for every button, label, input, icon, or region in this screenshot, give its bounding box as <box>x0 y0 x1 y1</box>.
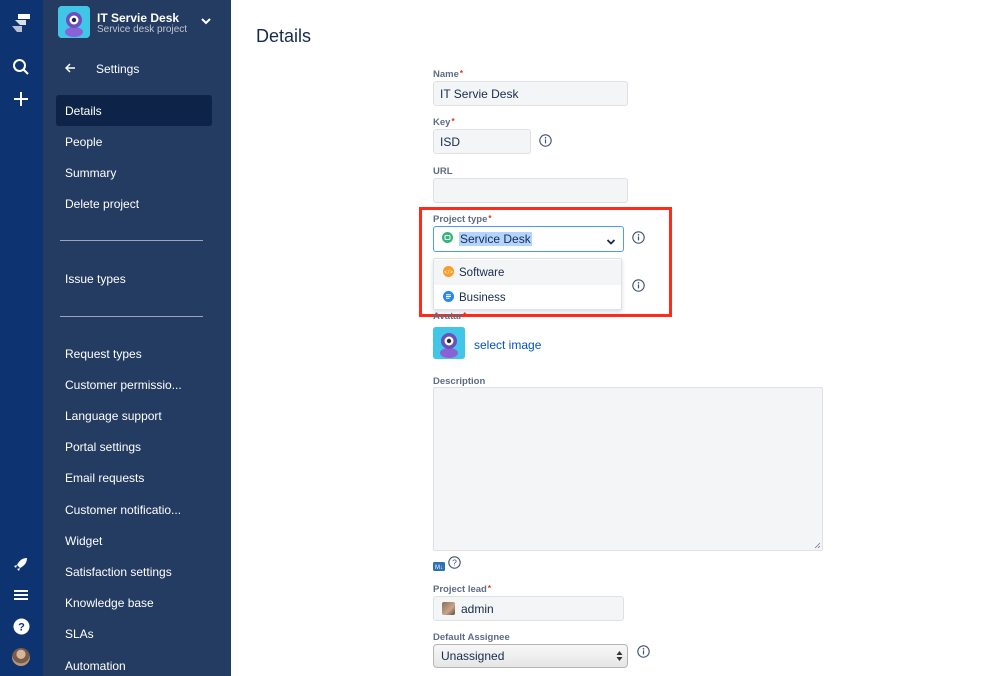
back-label: Settings <box>96 62 140 76</box>
default-assignee-label: Default Assignee <box>433 632 510 643</box>
sidebar-item-portal-settings[interactable]: Portal settings <box>56 431 212 462</box>
project-avatar-preview <box>433 327 465 359</box>
select-arrows-icon <box>616 650 623 665</box>
select-image-link[interactable]: select image <box>474 338 541 352</box>
sidebar-item-customer-permissions[interactable]: Customer permissio... <box>56 369 212 400</box>
svg-text:?: ? <box>452 558 457 568</box>
global-nav-rail: ? <box>0 0 43 676</box>
name-label: Name* <box>433 69 463 80</box>
sidebar-item-slas[interactable]: SLAs <box>56 618 212 649</box>
markdown-icon[interactable]: M↓ <box>433 558 445 576</box>
resize-handle-icon[interactable] <box>814 542 821 549</box>
page-title: Details <box>256 26 312 46</box>
sidebar-divider <box>60 316 203 317</box>
sidebar-item-request-types[interactable]: Request types <box>56 338 212 369</box>
sidebar-item-delete-project[interactable]: Delete project <box>56 188 212 219</box>
highlight-annotation <box>419 207 672 317</box>
sidebar-item-knowledge-base[interactable]: Knowledge base <box>56 587 212 618</box>
sidebar-item-widget[interactable]: Widget <box>56 525 212 556</box>
sidebar-divider <box>60 240 203 241</box>
key-label: Key* <box>433 117 455 128</box>
menu-icon[interactable] <box>8 582 34 608</box>
chevron-down-icon[interactable] <box>199 14 213 28</box>
info-icon[interactable] <box>539 134 552 147</box>
name-field[interactable]: IT Servie Desk <box>433 81 628 106</box>
sidebar-item-satisfaction-settings[interactable]: Satisfaction settings <box>56 556 212 587</box>
info-icon[interactable] <box>637 645 650 658</box>
sidebar-item-people[interactable]: People <box>56 126 212 157</box>
default-assignee-select[interactable]: Unassigned <box>433 644 628 668</box>
default-assignee-value: Unassigned <box>441 649 505 663</box>
sidebar-item-automation[interactable]: Automation <box>56 650 212 676</box>
user-avatar-icon[interactable] <box>8 644 34 670</box>
description-textarea[interactable] <box>433 387 823 551</box>
project-sidebar: IT Servie Desk Service desk project Sett… <box>43 0 231 676</box>
arrow-left-icon <box>64 62 76 76</box>
sidebar-item-language-support[interactable]: Language support <box>56 400 212 431</box>
project-name: IT Servie Desk <box>97 11 180 25</box>
sidebar-item-details[interactable]: Details <box>56 95 212 126</box>
create-plus-icon[interactable] <box>8 86 34 112</box>
project-lead-value: admin <box>461 601 494 616</box>
sidebar-item-email-requests[interactable]: Email requests <box>56 462 212 493</box>
search-icon[interactable] <box>8 54 34 80</box>
key-field[interactable]: ISD <box>433 129 531 154</box>
url-label: URL <box>433 166 453 177</box>
url-field[interactable] <box>433 178 628 203</box>
project-subtitle: Service desk project <box>97 24 188 35</box>
back-to-settings[interactable]: Settings <box>64 62 140 76</box>
jira-logo-icon[interactable] <box>8 10 34 36</box>
rocket-icon[interactable] <box>8 551 34 577</box>
project-avatar[interactable] <box>58 6 90 38</box>
sidebar-item-customer-notifications[interactable]: Customer notificatio... <box>56 494 212 525</box>
avatar-label: Avatar* <box>433 311 467 322</box>
svg-text:M↓: M↓ <box>435 565 443 571</box>
sidebar-item-issue-types[interactable]: Issue types <box>56 263 212 294</box>
help-icon[interactable]: ? <box>448 556 461 574</box>
svg-text:?: ? <box>18 621 25 633</box>
help-icon[interactable]: ? <box>8 613 34 639</box>
avatar <box>442 602 455 615</box>
project-lead-label: Project lead* <box>433 584 491 595</box>
project-lead-field[interactable]: admin <box>433 596 624 621</box>
description-label: Description <box>433 376 486 387</box>
sidebar-item-summary[interactable]: Summary <box>56 157 212 188</box>
